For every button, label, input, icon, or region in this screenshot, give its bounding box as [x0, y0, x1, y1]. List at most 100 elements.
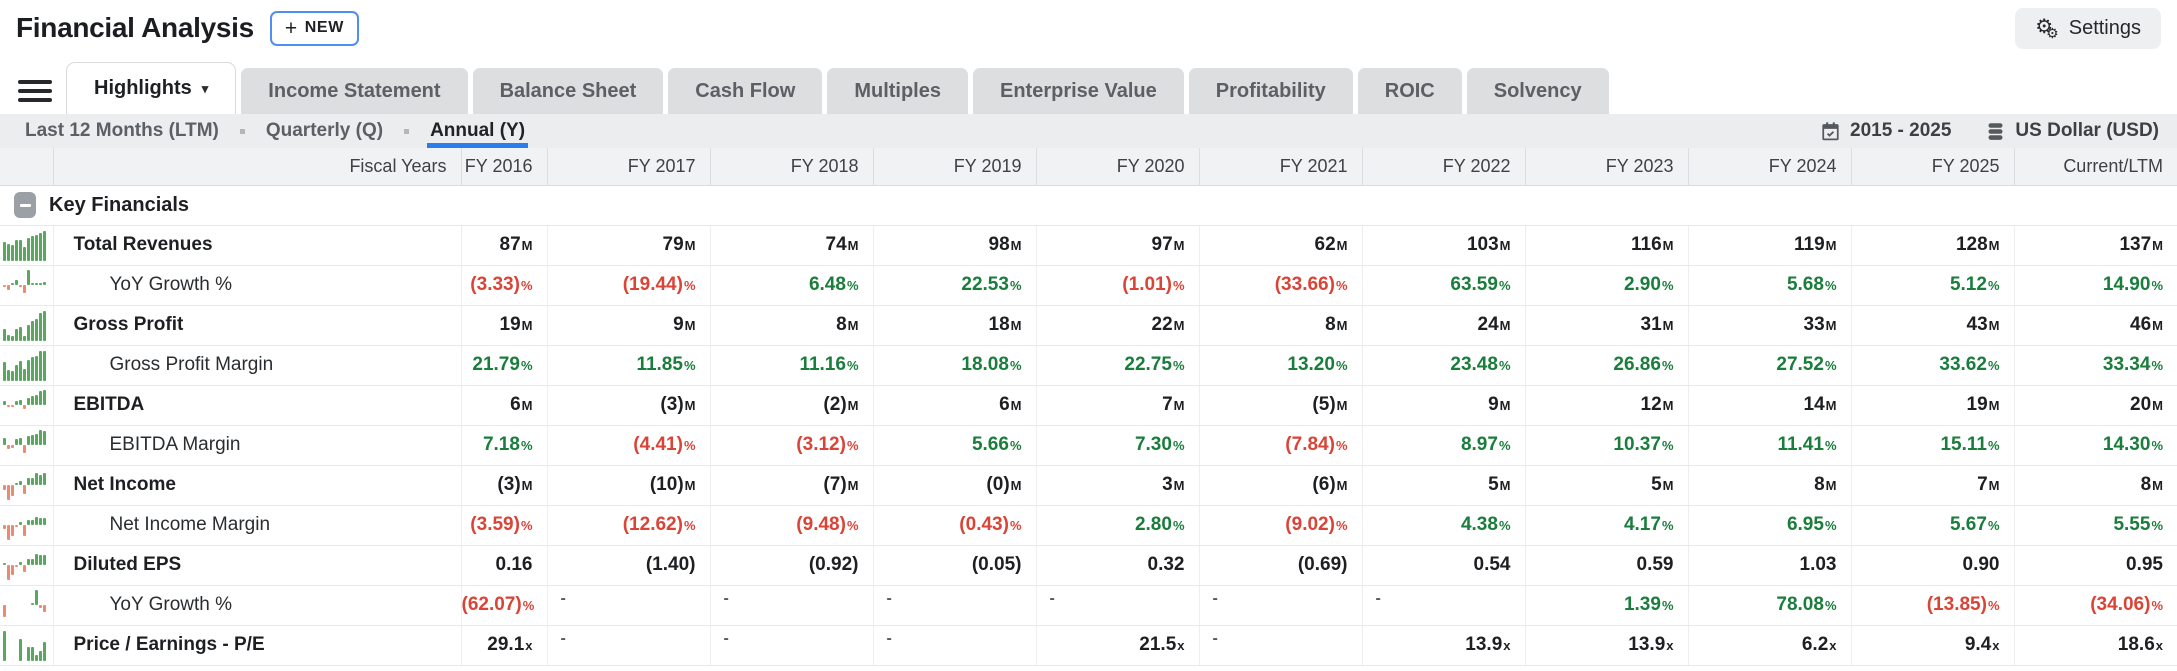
date-range-value: 2015 - 2025	[1850, 120, 1952, 141]
value-cell: 1.03	[1687, 545, 1851, 586]
tab-multiples[interactable]: Multiples	[827, 68, 968, 114]
value-cell: 5.67%	[1850, 505, 2014, 546]
value-cell: 5M	[1361, 465, 1525, 506]
value-cell: 8M	[1198, 305, 1362, 346]
tab-balance-sheet[interactable]: Balance Sheet	[472, 68, 664, 114]
sparkline-icon[interactable]	[0, 545, 53, 586]
value-cell: 14.90%	[2013, 265, 2177, 306]
tab-cash-flow[interactable]: Cash Flow	[668, 68, 823, 114]
sparkline-icon[interactable]	[0, 505, 53, 546]
value-cell: 3M	[1035, 465, 1199, 506]
table-row[interactable]: YoY Growth % (3.33)% (19.44)% 6.48% 22.53% (1…	[0, 265, 2177, 306]
row-label: Diluted EPS	[52, 545, 461, 586]
value-cell: 23.48%	[1361, 345, 1525, 386]
value-cell: 7.30%	[1035, 425, 1199, 466]
column-header-fy-2016: FY 2016	[460, 148, 547, 186]
value-cell: 0.54	[1361, 545, 1525, 586]
value-cell: (3)M	[460, 465, 547, 506]
sparkline-icon[interactable]	[0, 625, 53, 666]
gears-icon: ⚙⚙	[2035, 15, 2059, 41]
value-cell: 0.90	[1850, 545, 2014, 586]
tab-income-statement[interactable]: Income Statement	[241, 68, 468, 114]
column-header-fy-2020: FY 2020	[1035, 148, 1199, 186]
table-row[interactable]: Total Revenues 87M 79M 74M 98M 97M 62M 103M 116M…	[0, 225, 2177, 266]
row-label: Price / Earnings - P/E	[52, 625, 461, 666]
sparkline-icon[interactable]	[0, 585, 53, 626]
value-cell: 33.62%	[1850, 345, 2014, 386]
value-cell: 29.1x	[460, 625, 547, 666]
table-row[interactable]: YoY Growth % (62.07)% - - - - - -1.39% 78.08% (13…	[0, 585, 2177, 626]
tab-enterprise-value[interactable]: Enterprise Value	[972, 68, 1184, 114]
tab-roic[interactable]: ROIC	[1357, 68, 1462, 114]
value-cell: (1.01)%	[1035, 265, 1199, 306]
sparkline-icon[interactable]	[0, 345, 53, 386]
value-cell: 18.6x	[2013, 625, 2177, 666]
value-cell: 0.95	[2013, 545, 2177, 586]
period-last-12-months-ltm[interactable]: Last 12 Months (LTM)	[18, 114, 226, 148]
row-label: Net Income	[52, 465, 461, 506]
table-row[interactable]: Price / Earnings - P/E 29.1x - - -21.5x -13.9…	[0, 625, 2177, 666]
value-cell: (0.43)%	[872, 505, 1036, 546]
value-cell: 18M	[872, 305, 1036, 346]
value-cell: 63.59%	[1361, 265, 1525, 306]
column-header-current-ltm: Current/LTM	[2013, 148, 2177, 186]
table-row[interactable]: Gross Profit Margin 21.79% 11.85% 11.16% 18.…	[0, 345, 2177, 386]
settings-button[interactable]: ⚙⚙ Settings	[2015, 7, 2161, 49]
value-cell: -	[1035, 585, 1199, 626]
period-quarterly-q[interactable]: Quarterly (Q)	[259, 114, 390, 148]
value-cell: 0.16	[460, 545, 547, 586]
value-cell: 14M	[1687, 385, 1851, 426]
new-button[interactable]: + NEW	[269, 10, 359, 46]
table-row[interactable]: Net Income Margin (3.59)% (12.62)% (9.48)%(…	[0, 505, 2177, 546]
top-bar: Financial Analysis + NEW ⚙⚙ Settings	[0, 0, 2177, 56]
value-cell: 7M	[1850, 465, 2014, 506]
date-range-selector[interactable]: 2015 - 2025	[1820, 120, 1951, 142]
value-cell: 2.90%	[1524, 265, 1688, 306]
separator-dot	[239, 128, 245, 134]
row-label: EBITDA	[52, 385, 461, 426]
value-cell: 0.59	[1524, 545, 1688, 586]
value-cell: 137M	[2013, 225, 2177, 266]
section-title: Key Financials	[49, 193, 190, 216]
table-row[interactable]: Diluted EPS 0.16 (1.40) (0.92) (0.05) 0.32 (0.…	[0, 545, 2177, 586]
column-header-fy-2018: FY 2018	[709, 148, 873, 186]
value-cell: (12.62)%	[546, 505, 710, 546]
menu-icon[interactable]	[18, 68, 52, 114]
currency-selector[interactable]: US Dollar (USD)	[1985, 120, 2159, 142]
sparkline-icon[interactable]	[0, 465, 53, 506]
value-cell: (2)M	[709, 385, 873, 426]
value-cell: 5.68%	[1687, 265, 1851, 306]
value-cell: 78.08%	[1687, 585, 1851, 626]
value-cell: 62M	[1198, 225, 1362, 266]
table-row[interactable]: EBITDA Margin 7.18% (4.41)% (3.12)% 5.66% 7.3…	[0, 425, 2177, 466]
currency-value: US Dollar (USD)	[2015, 120, 2159, 141]
period-annual-y[interactable]: Annual (Y)	[423, 114, 532, 148]
sparkline-icon[interactable]	[0, 305, 53, 346]
tab-solvency[interactable]: Solvency	[1466, 68, 1609, 114]
value-cell: 22.75%	[1035, 345, 1199, 386]
tab-highlights[interactable]: Highlights ▾	[66, 62, 237, 114]
collapse-minus-icon[interactable]	[14, 192, 36, 218]
tab-profitability[interactable]: Profitability	[1188, 68, 1353, 114]
value-cell: 6M	[872, 385, 1036, 426]
table-row[interactable]: Net Income (3)M (10)M (7)M (0)M 3M (6)M 5M 5M 8M 7…	[0, 465, 2177, 506]
sparkline-icon[interactable]	[0, 425, 53, 466]
sparkline-icon[interactable]	[0, 385, 53, 426]
table-row[interactable]: Gross Profit 19M 9M 8M 18M 22M 8M 24M 31M 33M 43M 4…	[0, 305, 2177, 346]
value-cell: 12M	[1524, 385, 1688, 426]
value-cell: 21.5x	[1035, 625, 1199, 666]
table-row[interactable]: EBITDA 6M (3)M (2)M 6M 7M (5)M 9M 12M 14M 19M 20M	[0, 385, 2177, 426]
value-cell: 5.55%	[2013, 505, 2177, 546]
value-cell: 20M	[2013, 385, 2177, 426]
column-header-fy-2021: FY 2021	[1198, 148, 1362, 186]
sparkline-icon[interactable]	[0, 225, 53, 266]
value-cell: 8M	[1687, 465, 1851, 506]
value-cell: (3)M	[546, 385, 710, 426]
table-header-row: Fiscal Years FY 2016 FY 2017 FY 2018 FY 201…	[0, 148, 2177, 186]
row-label: Gross Profit	[52, 305, 461, 346]
sparkline-icon[interactable]	[0, 265, 53, 306]
value-cell: 87M	[460, 225, 547, 266]
value-cell: 33M	[1687, 305, 1851, 346]
value-cell: -	[1198, 585, 1362, 626]
value-cell: 4.38%	[1361, 505, 1525, 546]
